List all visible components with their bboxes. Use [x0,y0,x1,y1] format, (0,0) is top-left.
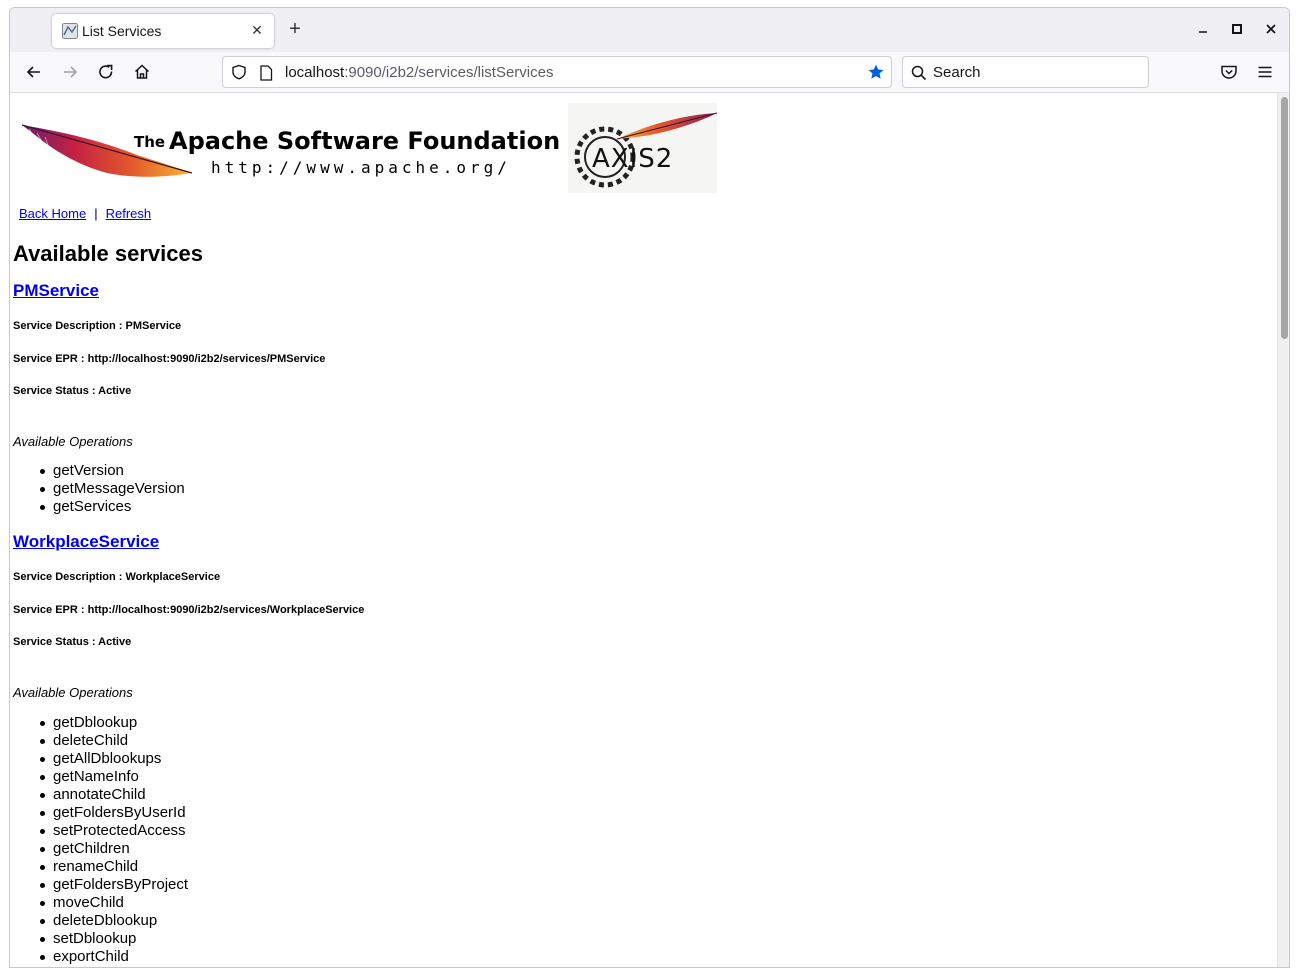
tracking-shield-icon[interactable] [231,64,247,80]
service-epr: Service EPR : http://localhost:9090/i2b2… [13,604,365,616]
operation-item: getAllDblookups [39,750,188,768]
service-link-pmservice[interactable]: PMService [13,281,99,301]
home-icon[interactable] [132,62,152,82]
browser-window: List Services ✕ + localhost:9090/i2b2/se… [9,7,1290,968]
tab-list-services[interactable]: List Services ✕ [52,14,274,48]
operations-list: getVersion getMessageVersion getServices [40,462,185,516]
operation-item: getFoldersByUserId [39,804,188,822]
url-path: :9090/i2b2/services/listServices [344,64,554,81]
service-description: Service Description : WorkplaceService [13,571,221,583]
bookmark-star-icon[interactable] [867,63,885,81]
operation-item: getFoldersByProject [39,876,189,893]
scrollbar-thumb[interactable] [1281,97,1288,339]
reload-icon[interactable] [96,62,116,82]
link-separator: | [94,206,98,221]
available-operations-label: Available Operations [13,434,133,449]
operation-item: getChildren [39,840,188,858]
axis2-logo-icon: AXIS2 [568,103,717,193]
search-icon [911,65,927,81]
vertical-scrollbar[interactable] [1277,93,1289,967]
navigation-toolbar: localhost:9090/i2b2/services/listService… [10,52,1289,93]
tab-strip: List Services ✕ + [10,8,1289,52]
operation-item: getServices [40,498,185,516]
apache-feather-icon [21,124,193,177]
refresh-link[interactable]: Refresh [106,206,152,221]
back-arrow-icon[interactable] [24,62,44,82]
operation-item: moveChild [39,894,188,912]
page-heading: Available services [13,241,203,266]
operation-item: getNameInfo [39,768,188,786]
hamburger-menu-icon[interactable] [1255,62,1275,82]
url-host: localhost [285,64,345,81]
operation-item: getDblookup [39,714,188,732]
operations-list: getDblookup deleteChild getAllDblookups … [39,714,189,966]
search-placeholder: Search [933,64,981,81]
search-bar[interactable]: Search [902,56,1149,88]
tab-close-icon[interactable]: ✕ [248,21,266,39]
new-tab-plus-icon[interactable]: + [285,19,305,40]
banner-foundation: Apache Software Foundation [169,127,560,155]
tab-title: List Services [82,23,162,39]
service-status: Service Status : Active [13,636,132,648]
operation-item: getMessageVersion [40,480,185,497]
operation-item: exportChild [39,948,188,966]
banner-the: The [134,133,165,151]
operation-item: renameChild [39,858,188,876]
service-link-workplaceservice[interactable]: WorkplaceService [13,532,159,552]
operation-item: setProtectedAccess [39,822,188,840]
operation-item: setDblookup [39,930,188,948]
address-bar[interactable]: localhost:9090/i2b2/services/listService… [222,56,892,88]
operation-item: annotateChild [39,786,188,804]
minimize-icon[interactable] [1196,22,1210,36]
apache-axis2-banner: The Apache Software Foundation http://ww… [21,103,717,193]
page-content: The Apache Software Foundation http://ww… [10,93,1277,967]
axis2-logo-text: AXIS2 [592,144,673,174]
pocket-icon[interactable] [1219,62,1239,82]
service-description: Service Description : PMService [13,320,182,332]
available-operations-label: Available Operations [13,685,133,700]
close-window-icon[interactable] [1264,22,1278,36]
operation-item: getVersion [40,462,185,480]
service-status: Service Status : Active [13,385,132,397]
url-text[interactable]: localhost:9090/i2b2/services/listService… [285,64,553,81]
top-links: Back Home | Refresh [19,206,151,221]
banner-website: http://www.apache.org/ [211,158,511,177]
page-favicon-icon [62,23,78,39]
back-home-link[interactable]: Back Home [19,206,86,221]
service-epr: Service EPR : http://localhost:9090/i2b2… [13,353,326,365]
operation-item: deleteChild [39,732,188,750]
operation-item: deleteDblookup [39,912,188,930]
maximize-icon[interactable] [1230,22,1244,36]
page-info-icon[interactable] [259,65,273,81]
forward-arrow-icon[interactable] [60,62,80,82]
